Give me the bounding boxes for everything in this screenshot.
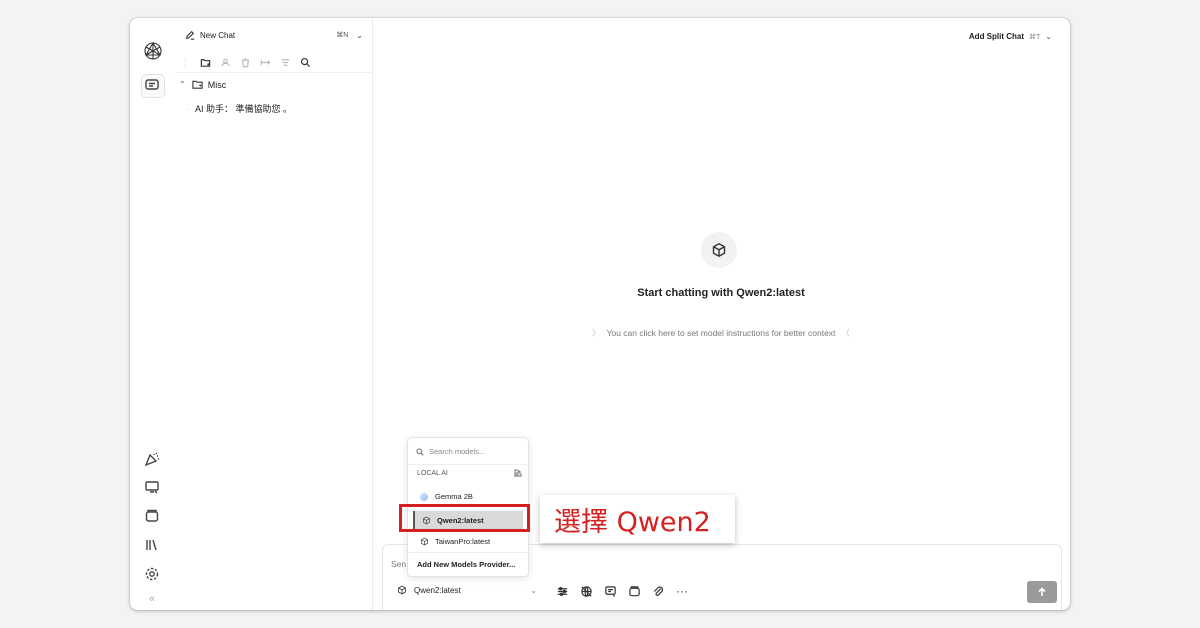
chat-sidebar: New Chat ⌘N ⌄ ⋮ ⌃ Misc · AI 助手： 準備協助您 。: [175, 18, 373, 610]
model-instructions-link[interactable]: 〉 You can click here to set model instruc…: [372, 327, 1070, 339]
chevron-down-icon: ⌄: [530, 585, 537, 595]
trash-icon[interactable]: [239, 56, 251, 68]
cube-icon: [421, 537, 428, 546]
add-models-provider-button[interactable]: Add New Models Provider...: [417, 560, 515, 569]
edit-provider-icon[interactable]: [514, 469, 522, 479]
library-icon[interactable]: [143, 536, 161, 554]
people-icon[interactable]: [219, 56, 231, 68]
add-split-chat-button[interactable]: Add Split Chat ⌘T ⌄: [969, 32, 1052, 41]
settings-gear-icon[interactable]: [143, 565, 161, 583]
workspace-logo-icon[interactable]: [142, 40, 164, 62]
prompt-icon[interactable]: [603, 584, 617, 598]
selected-model-label: Qwen2:latest: [414, 585, 461, 595]
model-option-gemma[interactable]: Gemma 2B: [420, 492, 473, 501]
split-chat-shortcut: ⌘T: [1029, 33, 1041, 41]
send-button[interactable]: [1027, 581, 1057, 603]
archive-icon[interactable]: [627, 584, 641, 598]
arrow-up-icon: [1038, 587, 1046, 596]
chat-icon[interactable]: [143, 76, 161, 94]
local-ai-section-label: LOCAL AI: [417, 470, 448, 477]
new-folder-icon[interactable]: [199, 56, 211, 68]
archive-icon[interactable]: [143, 507, 161, 525]
icon-rail: «: [130, 18, 176, 610]
model-search-placeholder: Search models...: [429, 447, 486, 456]
gemma-icon: [420, 492, 428, 501]
sidebar-divider: [175, 72, 372, 73]
new-chat-shortcut: ⌘N: [336, 32, 349, 39]
party-icon[interactable]: [143, 450, 161, 468]
new-chat-button[interactable]: New Chat ⌘N ⌄: [185, 28, 363, 42]
search-icon: [416, 447, 424, 456]
sliders-icon[interactable]: [555, 584, 569, 598]
collapse-sidebar-icon[interactable]: «: [143, 590, 161, 608]
model-option-taiwanpro[interactable]: TaiwanPro:latest: [420, 537, 490, 546]
attachment-icon[interactable]: [651, 584, 665, 598]
cube-icon: [398, 585, 406, 595]
search-icon[interactable]: [299, 56, 311, 68]
model-selector[interactable]: Qwen2:latest ⌄: [397, 585, 537, 595]
new-chat-label: New Chat: [200, 30, 236, 40]
message-input[interactable]: Sen: [391, 559, 406, 569]
chat-title: AI 助手： 準備協助您 。: [195, 104, 293, 114]
folder-icon: [192, 80, 203, 89]
folder-label: Misc: [207, 79, 227, 90]
cube-icon: [701, 232, 737, 268]
screen-icon[interactable]: [143, 478, 161, 496]
annotation-highlight-box: [399, 504, 530, 532]
model-instructions-text: You can click here to set model instruct…: [606, 328, 836, 338]
model-search-input[interactable]: Search models...: [416, 447, 485, 456]
chevron-down-icon[interactable]: ⌄: [356, 31, 363, 40]
folder-misc[interactable]: ⌃ Misc: [179, 79, 226, 90]
pencil-icon: [185, 30, 195, 40]
sidebar-toolbar: ⋮: [179, 56, 311, 68]
composer-toolbar: ···: [555, 584, 689, 598]
more-options-icon[interactable]: ···: [675, 584, 689, 598]
sort-icon[interactable]: [279, 56, 291, 68]
chevron-up-icon[interactable]: ⌃: [179, 80, 186, 89]
drag-handle-icon[interactable]: ⋮: [179, 56, 191, 68]
split-chat-label: Add Split Chat: [968, 32, 1025, 41]
chevron-down-icon: ⌄: [1045, 32, 1052, 41]
start-chatting-title: Start chatting with Qwen2:latest: [637, 287, 805, 299]
chat-list-item[interactable]: · AI 助手： 準備協助您 。: [187, 102, 292, 115]
annotation-label: 選擇 Qwen2: [540, 495, 735, 543]
move-icon[interactable]: [259, 56, 271, 68]
globe-off-icon[interactable]: [579, 584, 593, 598]
